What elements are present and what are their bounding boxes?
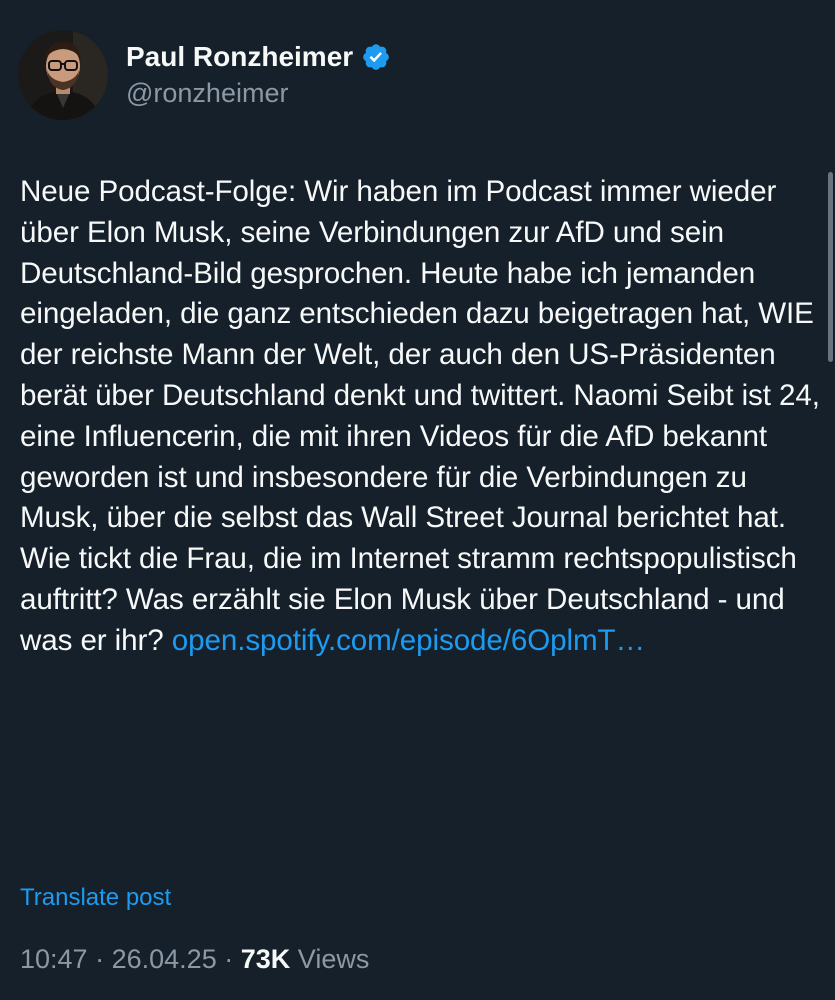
- views-label: Views: [297, 944, 370, 974]
- post-date[interactable]: 26.04.25: [112, 944, 217, 974]
- avatar[interactable]: [18, 30, 108, 120]
- spotify-link[interactable]: open.spotify.com/episode/6OplmT…: [172, 624, 645, 657]
- post-text: Neue Podcast-Folge: Wir haben im Podcast…: [20, 175, 820, 657]
- author-display-name[interactable]: Paul Ronzheimer: [126, 41, 353, 73]
- author-handle[interactable]: @ronzheimer: [126, 78, 288, 109]
- views-count: 73K: [240, 944, 291, 974]
- tweet-card: Paul Ronzheimer @ronzheimer Neue Podcast…: [0, 0, 835, 1000]
- scrollbar[interactable]: [828, 172, 833, 362]
- post-time[interactable]: 10:47: [20, 944, 88, 974]
- post-metadata: 10:47 · 26.04.25 · 73K Views: [20, 944, 369, 975]
- avatar-image: [18, 30, 108, 120]
- verified-badge-icon[interactable]: [361, 42, 391, 72]
- post-body: Neue Podcast-Folge: Wir haben im Podcast…: [20, 172, 820, 662]
- author-name-row: Paul Ronzheimer: [126, 40, 391, 74]
- meta-separator: ·: [95, 944, 105, 974]
- translate-post-button[interactable]: Translate post: [20, 884, 171, 912]
- meta-separator: ·: [224, 944, 234, 974]
